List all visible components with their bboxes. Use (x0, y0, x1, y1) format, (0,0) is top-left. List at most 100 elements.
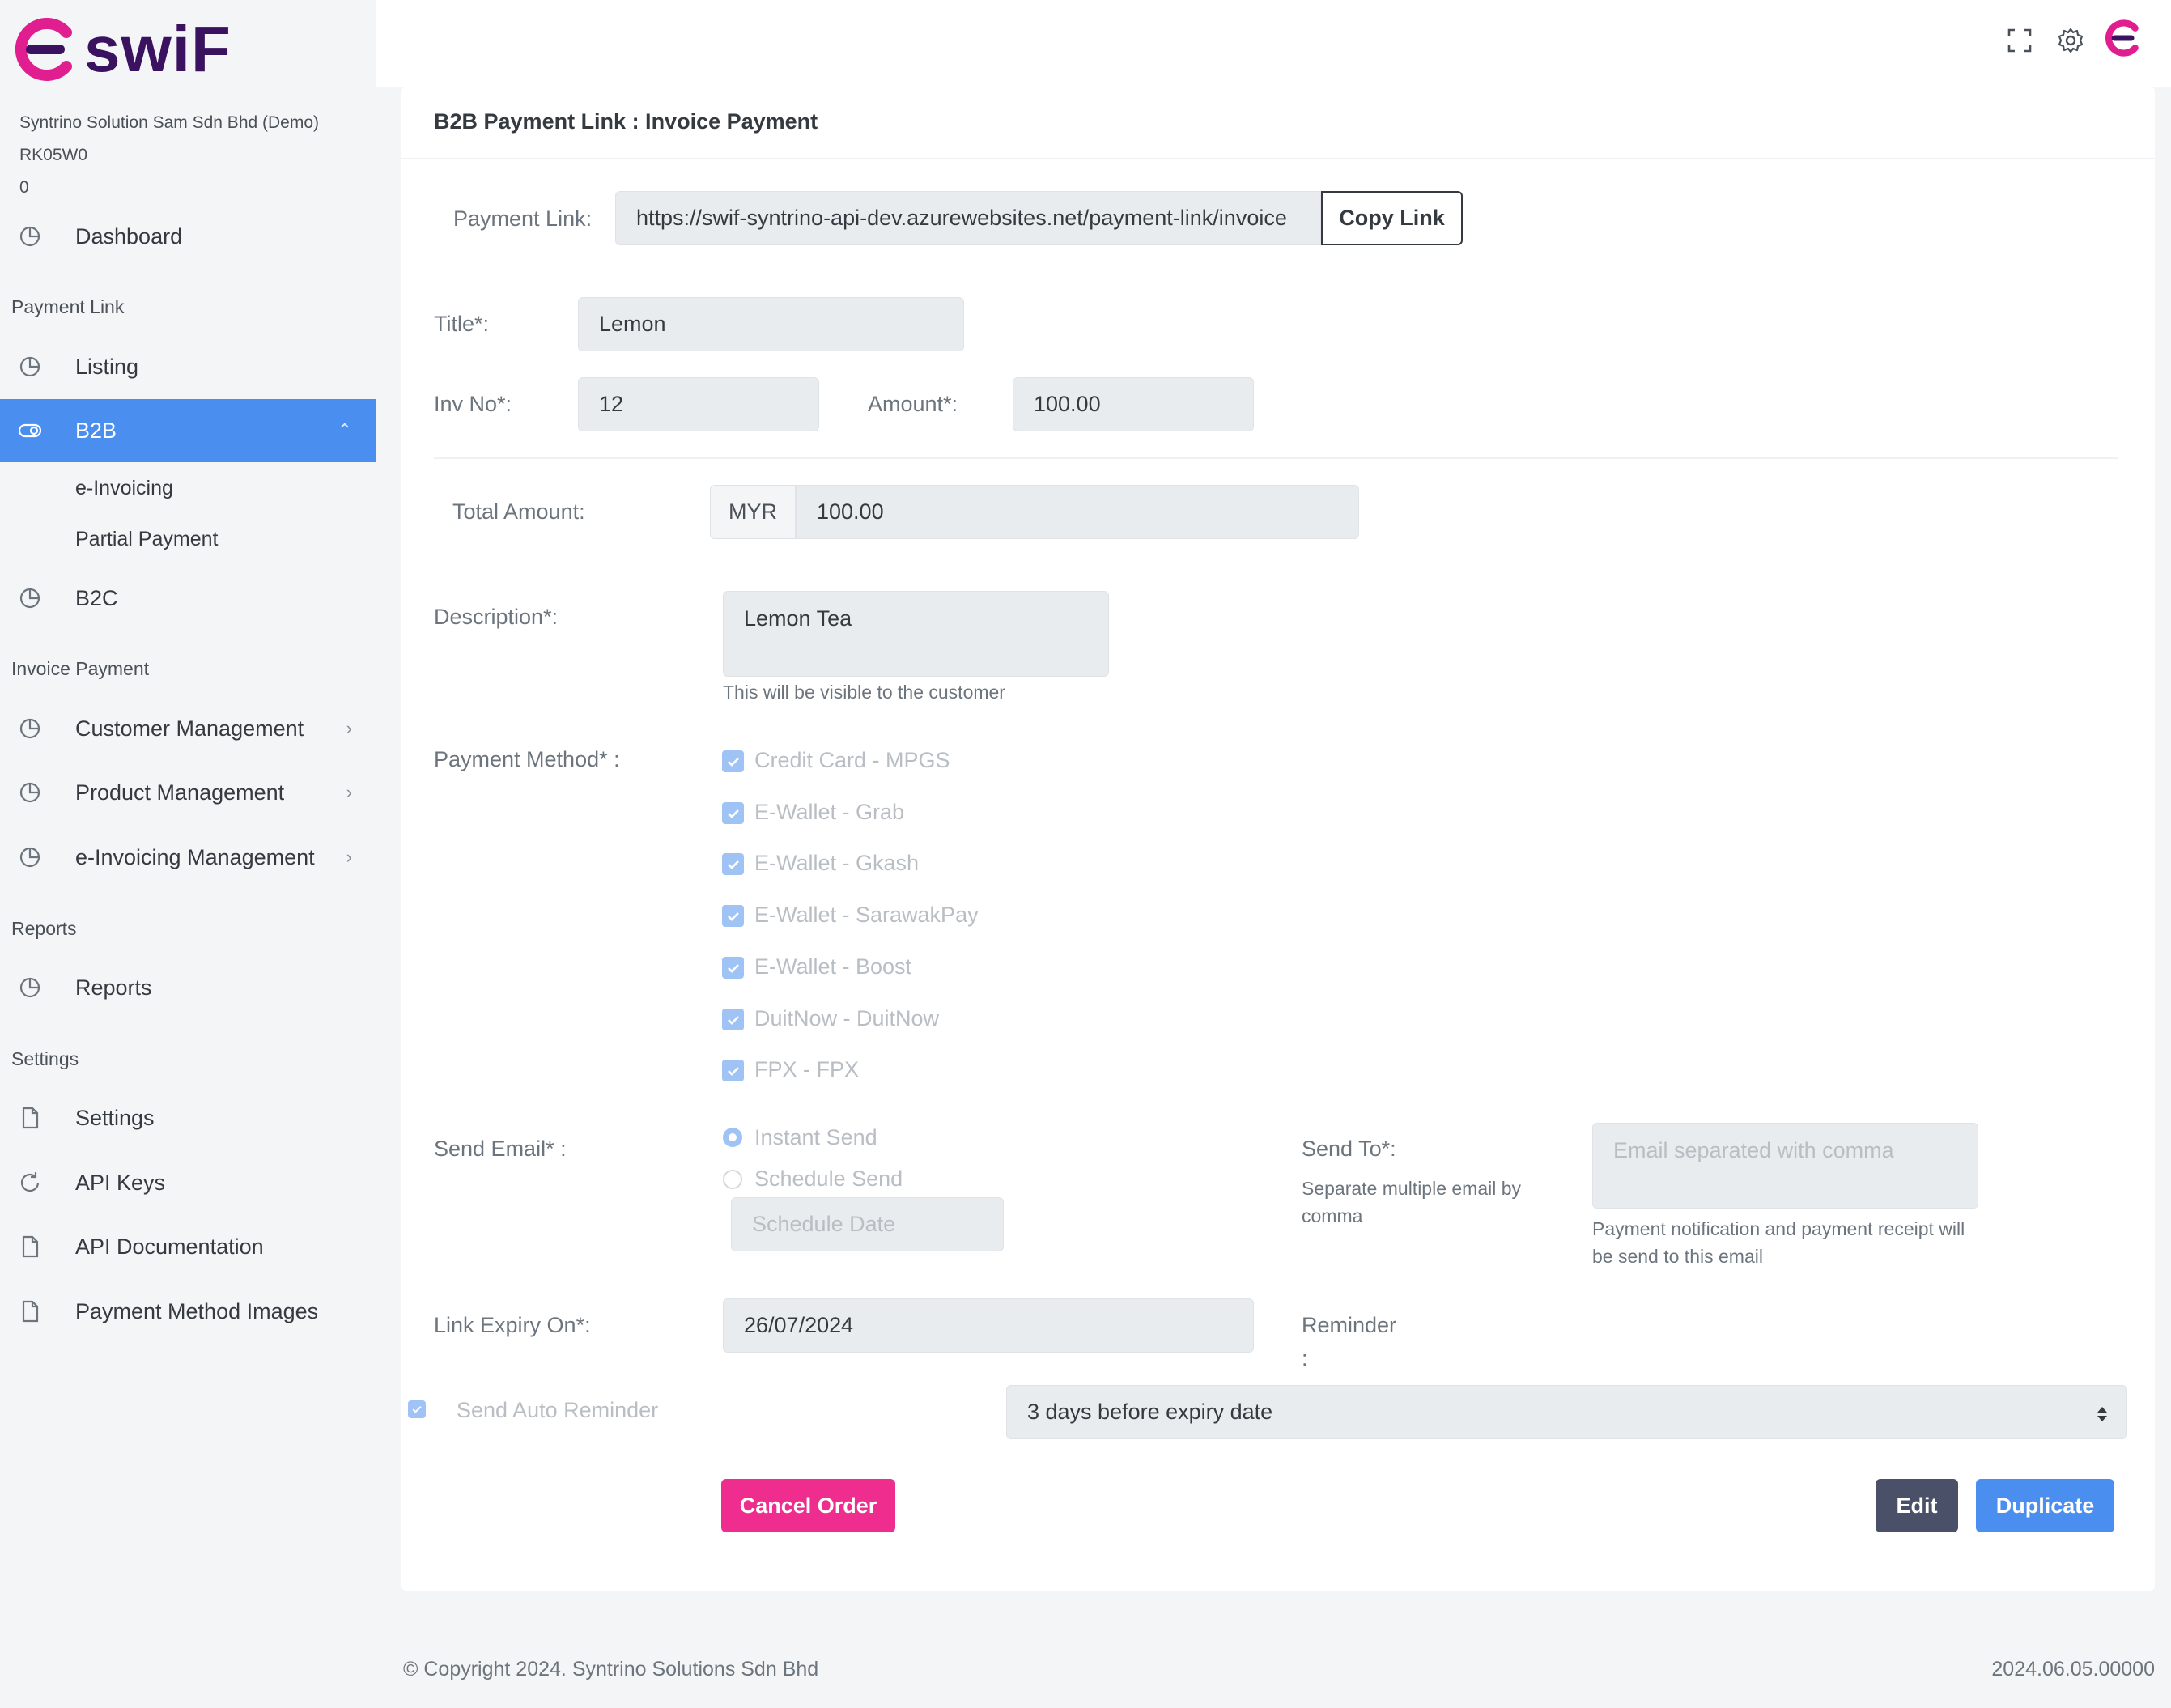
check-icon (412, 1406, 422, 1413)
sidebar-item-label: B2B (75, 418, 117, 443)
cancel-order-button[interactable]: Cancel Order (721, 1479, 895, 1532)
sidebar: swiF Syntrino Solution Sam Sdn Bhd (Demo… (0, 0, 376, 1708)
sidebar-item-b2b[interactable]: B2B ⌃ (0, 399, 376, 462)
inv-no-field[interactable]: 12 (578, 377, 819, 431)
total-amount-label: Total Amount: (452, 499, 585, 524)
reminder-select[interactable]: 3 days before expiry date (1006, 1385, 2127, 1439)
checkbox[interactable] (722, 957, 744, 979)
company-code: RK05W0 (19, 146, 88, 164)
instant-send-label: Instant Send (754, 1125, 877, 1149)
description-help: This will be visible to the customer (723, 682, 1005, 703)
send-to-label: Send To*: (1302, 1137, 1396, 1161)
file-icon (22, 1235, 39, 1258)
file-icon (22, 1107, 39, 1129)
sidebar-item-dashboard[interactable]: Dashboard (0, 205, 376, 268)
sidebar-subitem-partial-payment[interactable]: Partial Payment (75, 528, 218, 551)
payment-link-field[interactable]: https://swif-syntrino-api-dev.azurewebsi… (615, 191, 1321, 245)
checkbox[interactable] (722, 802, 744, 824)
swif-logo[interactable]: swiF (10, 13, 232, 86)
schedule-send-radio[interactable] (723, 1170, 742, 1189)
sidebar-item-label: e-Invoicing Management (75, 844, 315, 869)
copy-link-button[interactable]: Copy Link (1321, 191, 1463, 245)
chevron-right-icon: › (346, 718, 352, 738)
sidebar-item-label: Dashboard (75, 223, 183, 249)
checkbox[interactable] (722, 905, 744, 927)
chevron-right-icon: › (346, 847, 352, 867)
total-amount-field: 100.00 (796, 485, 1359, 539)
sidebar-item-api-keys[interactable]: API Keys (0, 1151, 376, 1214)
pie-chart-icon (19, 782, 40, 803)
pie-chart-icon (19, 356, 40, 377)
payment-method-option: E-Wallet - SarawakPay (754, 903, 979, 927)
sidebar-item-payment-method-images[interactable]: Payment Method Images (0, 1280, 376, 1343)
footer-version: 2024.06.05.00000 (1991, 1658, 2155, 1680)
sidebar-item-label: Payment Method Images (75, 1298, 319, 1323)
payment-link-label: Payment Link: (453, 206, 593, 231)
gear-icon[interactable] (2056, 26, 2085, 55)
amount-field[interactable]: 100.00 (1013, 377, 1254, 431)
sidebar-item-listing[interactable]: Listing (0, 335, 376, 398)
check-icon (727, 963, 739, 973)
sidebar-item-einvoicing-management[interactable]: e-Invoicing Management › (0, 826, 376, 889)
send-auto-reminder-label: Send Auto Reminder (457, 1398, 659, 1422)
checkbox[interactable] (722, 1060, 744, 1081)
sidebar-subitem-einvoicing[interactable]: e-Invoicing (75, 477, 173, 500)
section-settings: Settings (11, 1048, 79, 1069)
pie-chart-icon (19, 718, 40, 739)
refresh-icon (20, 1172, 40, 1192)
edit-button[interactable]: Edit (1876, 1479, 1958, 1532)
schedule-date-field[interactable]: Schedule Date (731, 1197, 1004, 1251)
sidebar-item-b2c[interactable]: B2C (0, 567, 376, 630)
title-field[interactable]: Lemon (578, 297, 964, 351)
payment-method-option: Credit Card - MPGS (754, 748, 950, 772)
checkbox[interactable] (722, 853, 744, 875)
send-to-note: Payment notification and payment receipt… (1592, 1218, 1965, 1267)
sidebar-item-label: API Documentation (75, 1234, 264, 1259)
link-expiry-field[interactable]: 26/07/2024 (723, 1298, 1254, 1353)
check-icon (727, 911, 739, 921)
payment-method-option: FPX - FPX (754, 1057, 860, 1081)
payment-method-label: Payment Method* : (434, 747, 620, 771)
reminder-select-value: 3 days before expiry date (1027, 1400, 1273, 1424)
sidebar-item-product-management[interactable]: Product Management › (0, 761, 376, 824)
user-avatar-logo[interactable] (2102, 18, 2143, 58)
amount-label: Amount*: (868, 392, 958, 416)
footer-copyright: © Copyright 2024. Syntrino Solutions Sdn… (403, 1658, 819, 1680)
check-icon (727, 860, 739, 869)
page-title: B2B Payment Link : Invoice Payment (434, 109, 818, 134)
sidebar-item-reports[interactable]: Reports (0, 956, 376, 1019)
company-name: Syntrino Solution Sam Sdn Bhd (Demo) (19, 113, 320, 132)
send-to-textarea[interactable]: Email separated with comma (1592, 1123, 1978, 1209)
chevron-right-icon: › (346, 782, 352, 802)
description-label: Description*: (434, 605, 559, 629)
pie-chart-icon (19, 226, 40, 247)
reminder-label: Reminder (1302, 1313, 1397, 1337)
sidebar-item-label: Product Management (75, 780, 285, 805)
sidebar-item-api-documentation[interactable]: API Documentation (0, 1215, 376, 1278)
divider (434, 457, 2118, 459)
sidebar-item-label: Reports (75, 975, 152, 1000)
payment-method-option: DuitNow - DuitNow (754, 1006, 940, 1030)
chevron-up-icon: ⌃ (337, 420, 352, 440)
checkbox[interactable] (722, 1009, 744, 1030)
sidebar-item-settings[interactable]: Settings (0, 1086, 376, 1149)
invoice-payment-card: B2B Payment Link : Invoice Payment Payme… (401, 87, 2155, 1591)
pie-chart-icon (19, 847, 40, 868)
title-label: Title*: (434, 312, 490, 336)
fullscreen-icon[interactable] (2005, 26, 2034, 55)
section-reports: Reports (11, 918, 77, 939)
schedule-send-label: Schedule Send (754, 1166, 903, 1191)
sidebar-item-customer-management[interactable]: Customer Management › (0, 697, 376, 760)
checkbox[interactable] (722, 750, 744, 772)
check-icon (727, 757, 739, 767)
sidebar-item-label: API Keys (75, 1170, 166, 1195)
currency-addon: MYR (710, 485, 796, 539)
duplicate-button[interactable]: Duplicate (1976, 1479, 2114, 1532)
instant-send-radio[interactable] (723, 1128, 742, 1147)
send-to-help: Separate multiple email by comma (1302, 1178, 1522, 1226)
send-auto-reminder-checkbox[interactable] (408, 1400, 426, 1418)
description-textarea[interactable]: Lemon Tea (723, 591, 1109, 677)
check-icon (727, 1015, 739, 1025)
company-balance: 0 (19, 178, 29, 197)
section-invoice-payment: Invoice Payment (11, 658, 150, 679)
